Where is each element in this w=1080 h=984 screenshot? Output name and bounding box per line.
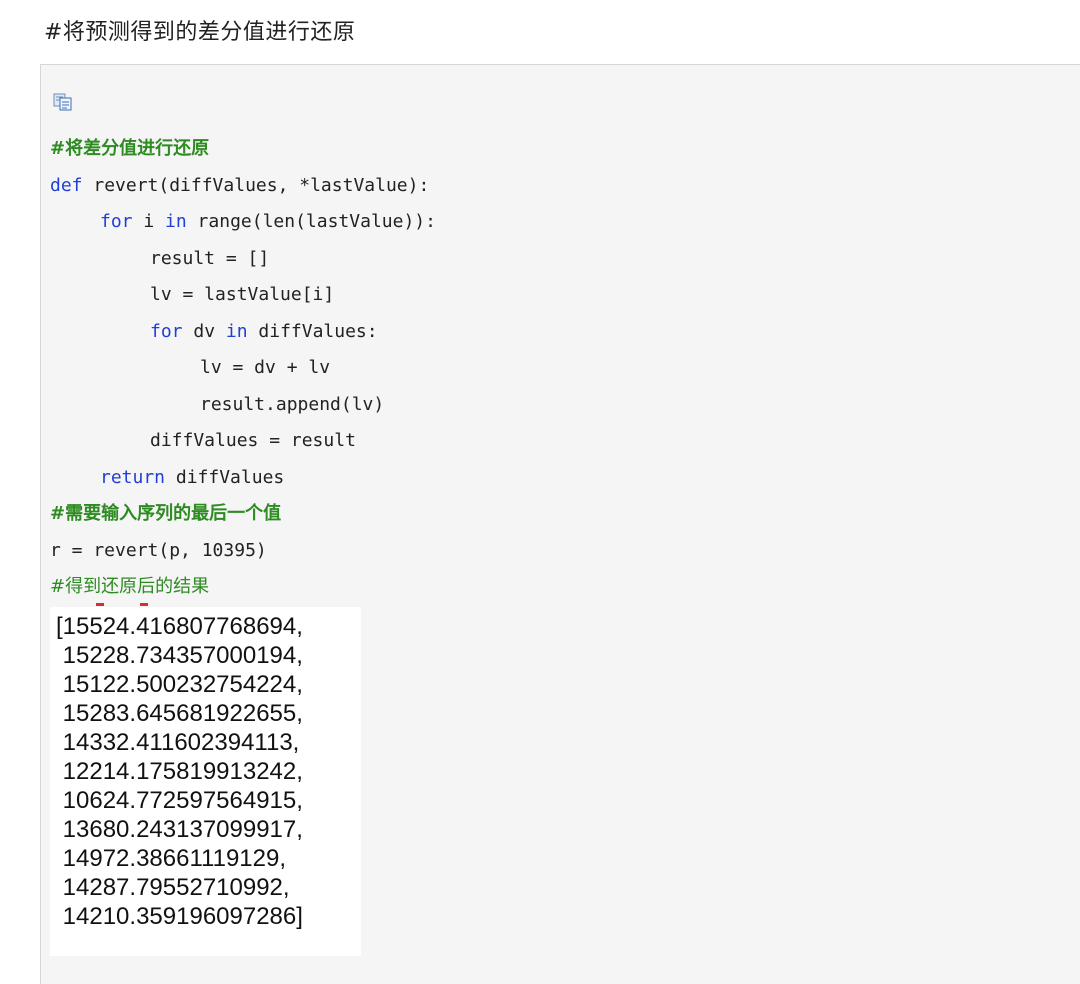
code-text: dv xyxy=(182,321,226,342)
code-comment: #得到还原后的结果 xyxy=(50,576,210,597)
code-comment: #需要输入序列的最后一个值 xyxy=(50,503,282,524)
code-text: diffValues: xyxy=(247,321,378,342)
code-text: diffValues = result xyxy=(150,430,356,451)
code-text: result.append(lv) xyxy=(200,394,385,415)
output-line: 15283.645681922655, xyxy=(56,700,303,727)
keyword-in: in xyxy=(225,321,248,342)
article-page: #将预测得到的差分值进行还原 #将差分值进行还原 def revert(diff… xyxy=(0,0,1080,984)
output-line: 14210.359196097286] xyxy=(56,903,303,930)
code-text: result = [] xyxy=(150,248,270,269)
code-comment: #将差分值进行还原 xyxy=(50,138,210,159)
code-text: diffValues xyxy=(165,467,285,488)
output-line: 13680.243137099917, xyxy=(56,816,303,843)
output-line: 14332.411602394113, xyxy=(56,729,300,756)
code-line-call: r = revert(p, 10395) xyxy=(50,539,267,563)
keyword-in: in xyxy=(165,211,187,232)
code-line-for-inner: for dv in diffValues: xyxy=(150,320,378,344)
output-line: 14972.38661119129, xyxy=(56,845,287,872)
red-underline-mark xyxy=(96,603,104,606)
code-line-for-outer: for i in range(len(lastValue)): xyxy=(100,210,436,234)
code-line-def: def revert(diffValues, *lastValue): xyxy=(50,174,429,198)
code-line-lv-init: lv = lastValue[i] xyxy=(150,283,334,307)
keyword-def: def xyxy=(50,175,83,196)
code-line-diff-assign: diffValues = result xyxy=(150,429,356,453)
output-line: 12214.175819913242, xyxy=(56,758,303,785)
code-text: lv = lastValue[i] xyxy=(150,284,335,305)
code-text: r = revert(p, 10395) xyxy=(50,540,267,561)
output-line: 14287.79552710992, xyxy=(56,874,290,901)
code-line-lv-add: lv = dv + lv xyxy=(200,356,330,380)
code-text: range(len(lastValue)): xyxy=(186,211,436,232)
output-line: 15228.734357000194, xyxy=(56,642,303,669)
code-text: lv = dv + lv xyxy=(200,357,331,378)
output-line: [15524.416807768694, xyxy=(56,613,303,640)
code-line-result-init: result = [] xyxy=(150,247,269,271)
code-line-append: result.append(lv) xyxy=(200,393,384,417)
output-line: 10624.772597564915, xyxy=(56,787,303,814)
code-line-return: return diffValues xyxy=(100,466,284,490)
keyword-return: return xyxy=(100,467,166,488)
keyword-for: for xyxy=(100,211,133,232)
code-comment-line: #将差分值进行还原 xyxy=(50,137,209,161)
code-comment-line: #需要输入序列的最后一个值 xyxy=(50,502,281,526)
copy-code-icon[interactable] xyxy=(53,93,73,111)
output-line: 15122.500232754224, xyxy=(56,671,303,698)
code-comment-line: #得到还原后的结果 xyxy=(50,575,209,599)
keyword-for: for xyxy=(150,321,183,342)
code-text: revert(diffValues, *lastValue): xyxy=(82,175,430,196)
output-screenshot: [15524.416807768694, 15228.734357000194,… xyxy=(50,607,361,956)
code-text: i xyxy=(132,211,166,232)
section-heading: #将预测得到的差分值进行还原 xyxy=(44,20,356,45)
red-underline-mark xyxy=(140,603,148,606)
